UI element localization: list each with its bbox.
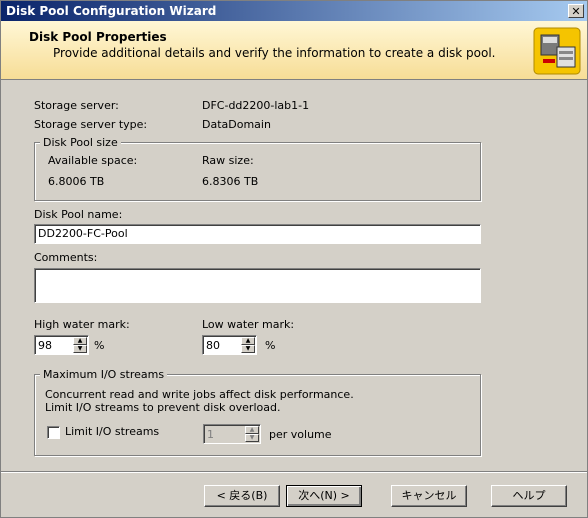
io-streams-arrows: ▲ ▼ [245, 426, 259, 442]
comments-input[interactable] [34, 268, 481, 303]
raw-size-label: Raw size: [202, 154, 254, 167]
high-water-mark-arrows[interactable]: ▲ ▼ [73, 337, 87, 353]
disk-pool-wizard-icon [533, 27, 581, 75]
spin-down-icon[interactable]: ▼ [73, 345, 87, 353]
limit-io-streams-label[interactable]: Limit I/O streams [65, 425, 159, 438]
low-water-mark-unit: % [265, 339, 276, 352]
cancel-button[interactable]: キャンセル [391, 485, 467, 507]
low-water-mark-spinner[interactable]: 80 ▲ ▼ [202, 335, 257, 355]
max-io-streams-legend: Maximum I/O streams [40, 368, 168, 381]
high-water-mark-label: High water mark: [34, 318, 130, 331]
high-water-mark-value: 98 [38, 339, 52, 352]
spin-down-icon[interactable]: ▼ [241, 345, 255, 353]
disk-pool-name-value: DD2200-FC-Pool [38, 227, 128, 240]
server-type-label: Storage server type: [34, 118, 148, 131]
io-desc-line1: Concurrent read and write jobs affect di… [45, 388, 354, 401]
disk-pool-size-group: Disk Pool size Available space: Raw size… [34, 136, 481, 201]
low-water-mark-label: Low water mark: [202, 318, 295, 331]
help-button[interactable]: ヘルプ [491, 485, 567, 507]
high-water-mark-spinner[interactable]: 98 ▲ ▼ [34, 335, 89, 355]
high-water-mark-unit: % [94, 339, 105, 352]
page-title: Disk Pool Properties [29, 30, 167, 44]
low-water-mark-arrows[interactable]: ▲ ▼ [241, 337, 255, 353]
limit-io-streams-checkbox[interactable] [47, 426, 60, 439]
spin-up-icon[interactable]: ▲ [241, 337, 255, 345]
title-bar[interactable]: Disk Pool Configuration Wizard ✕ [1, 1, 587, 21]
raw-size-value: 6.8306 TB [202, 175, 259, 188]
close-button[interactable]: ✕ [568, 4, 584, 18]
disk-pool-name-input[interactable]: DD2200-FC-Pool [34, 224, 481, 244]
max-io-streams-group: Maximum I/O streams Concurrent read and … [34, 368, 481, 456]
spin-up-icon[interactable]: ▲ [73, 337, 87, 345]
io-streams-spinner: 1 ▲ ▼ [203, 424, 261, 444]
window-title: Disk Pool Configuration Wizard [6, 4, 217, 18]
available-space-value: 6.8006 TB [48, 175, 105, 188]
back-button[interactable]: < 戻る(B) [204, 485, 280, 507]
footer-separator [1, 471, 587, 473]
storage-server-value: DFC-dd2200-lab1-1 [202, 99, 310, 112]
wizard-header: Disk Pool Properties Provide additional … [1, 21, 587, 80]
io-streams-value: 1 [207, 428, 214, 441]
disk-pool-size-legend: Disk Pool size [40, 136, 121, 149]
wizard-window: Disk Pool Configuration Wizard ✕ Disk Po… [0, 0, 588, 518]
spin-down-icon: ▼ [245, 434, 259, 442]
io-desc-line2: Limit I/O streams to prevent disk overlo… [45, 401, 281, 414]
low-water-mark-value: 80 [206, 339, 220, 352]
spin-up-icon: ▲ [245, 426, 259, 434]
disk-pool-name-label: Disk Pool name: [34, 208, 123, 221]
page-subtitle: Provide additional details and verify th… [53, 46, 496, 60]
per-volume-label: per volume [269, 428, 332, 441]
available-space-label: Available space: [48, 154, 138, 167]
comments-label: Comments: [34, 251, 98, 264]
storage-server-label: Storage server: [34, 99, 119, 112]
server-type-value: DataDomain [202, 118, 271, 131]
next-button[interactable]: 次へ(N) > [286, 485, 362, 507]
